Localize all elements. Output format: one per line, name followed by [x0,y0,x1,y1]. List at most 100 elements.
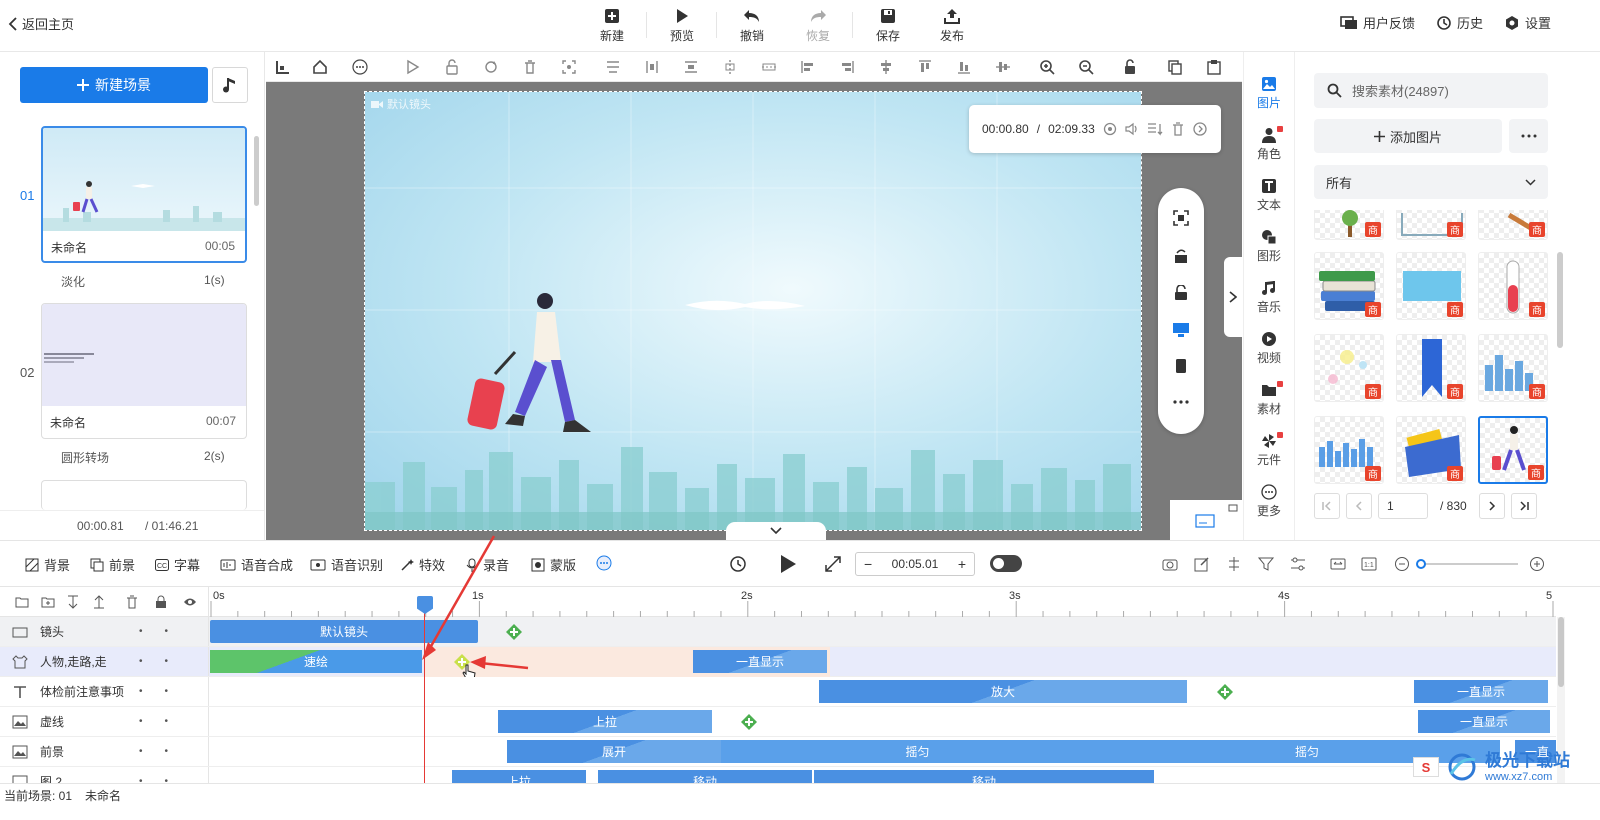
ratio-icon[interactable]: 1:1 [1361,556,1377,572]
zoom-slider[interactable] [1416,559,1518,569]
tab-shape[interactable]: 图形 [1244,229,1294,264]
new-scene-button[interactable]: 新建场景 [20,67,208,103]
subtitle-button[interactable]: CC 字幕 [155,555,200,574]
tab-music[interactable]: 音乐 [1244,280,1294,315]
more-options-button[interactable] [1509,119,1548,153]
timeline-clip[interactable]: 默认镜头 [210,620,478,643]
tab-video[interactable]: 视频 [1244,331,1294,366]
back-home-button[interactable]: 返回主页 [8,14,74,33]
settings-button[interactable]: 设置 [1504,13,1551,32]
align-vcenter-icon[interactable] [644,59,660,75]
asset-thumb[interactable]: 商 [1478,210,1548,240]
distribute-h-icon[interactable] [722,59,738,75]
timeline-clip[interactable]: 放大 [819,680,1187,703]
music-button[interactable] [212,67,248,103]
scene-list-scrollbar[interactable] [254,136,259,206]
distribute-v-icon[interactable] [761,59,777,75]
home-icon[interactable] [312,59,328,75]
undo-button[interactable]: 撤销 [722,4,782,48]
add-image-button[interactable]: 添加图片 [1314,119,1502,153]
filter-icon[interactable] [1258,556,1274,572]
background-button[interactable]: 背景 [25,555,70,574]
tracks-scrollbar-thumb[interactable] [1558,617,1564,687]
new-folder-icon[interactable] [41,596,55,608]
trash-icon[interactable] [1171,122,1185,136]
rotate-screen-icon[interactable] [1173,248,1189,264]
asset-thumb[interactable]: 商 [1314,416,1384,484]
split-icon[interactable] [1226,556,1242,572]
align-top-icon[interactable] [605,59,621,75]
timeline-clip[interactable]: 速绘 [210,650,422,673]
eye-icon[interactable] [183,597,197,607]
asset-scrollbar[interactable] [1557,252,1563,348]
prev-page-button[interactable] [1346,493,1372,519]
tab-more[interactable]: 更多 [1244,484,1294,519]
collapse-right-tab[interactable] [1224,257,1242,337]
asset-thumb[interactable]: 商 [1478,334,1548,402]
toggle-switch[interactable] [990,555,1022,572]
align-left-icon[interactable] [800,59,816,75]
page-input[interactable]: 1 [1378,493,1428,519]
collapse-timeline-tab[interactable] [726,522,826,540]
track-row[interactable]: 虚线 •• 上拉 一直显示 [0,707,1556,737]
feedback-button[interactable]: 用户反馈 [1340,13,1415,32]
mask-button[interactable]: 蒙版 [531,555,576,574]
next-circle-icon[interactable] [1193,122,1207,136]
more-dots-icon[interactable] [1173,400,1189,404]
edit-icon[interactable] [1194,556,1210,572]
redo-button[interactable]: 恢复 [788,4,848,48]
fit-width-icon[interactable] [1330,556,1346,572]
track-row[interactable]: 图 2 •• 上拉 移动 移动 [0,767,1556,783]
timecode-value[interactable]: 00:05.01 [892,557,939,571]
align-bottom-edge-icon[interactable] [956,59,972,75]
asset-thumb[interactable]: 商 [1314,252,1384,320]
move-up-icon[interactable] [93,595,105,609]
timeline-clip[interactable]: 展开 [507,740,721,763]
first-page-button[interactable] [1314,493,1340,519]
align-hcenter-icon[interactable] [878,59,894,75]
scene-canvas[interactable]: 默认镜头 [364,91,1142,531]
align-top-edge-icon[interactable] [917,59,933,75]
increment-icon[interactable]: + [958,556,966,572]
track-options[interactable]: •• [139,716,190,727]
last-page-button[interactable] [1510,493,1537,519]
unlock-icon[interactable] [444,59,460,75]
publish-button[interactable]: 发布 [922,4,982,48]
transition-name[interactable]: 淡化 [61,273,85,290]
add-folder-icon[interactable] [15,596,29,608]
asset-thumb[interactable]: 商 [1396,416,1466,484]
rotate-icon[interactable] [483,59,499,75]
camera-icon[interactable] [1162,556,1178,572]
decrement-icon[interactable]: − [864,556,872,572]
zoom-in-icon[interactable] [1039,59,1055,75]
minimap-box[interactable] [1170,500,1242,540]
trash-icon[interactable] [522,59,538,75]
effect-button[interactable]: 特效 [400,555,445,574]
scene-card-02[interactable]: 未命名 00:07 [41,303,247,439]
focus-icon[interactable] [561,59,577,75]
tab-image[interactable]: 图片 [1244,76,1294,111]
asset-thumb-selected[interactable]: 商 [1478,416,1548,484]
asset-thumb[interactable]: 商 [1314,334,1384,402]
align-middle-icon[interactable] [683,59,699,75]
asset-thumb[interactable]: 商 [1396,334,1466,402]
timeline-clip[interactable]: 上拉 [498,710,712,733]
zoom-out-icon[interactable] [1394,556,1410,572]
more-circle-icon[interactable] [352,59,368,75]
timeline-clip[interactable]: 一直显示 [693,650,827,673]
add-keyframe-icon[interactable] [1217,684,1233,700]
replay-icon[interactable] [729,555,747,573]
next-page-button[interactable] [1478,493,1505,519]
zoom-slider-knob[interactable] [1416,559,1426,569]
timeline-clip[interactable]: 摇匀 [721,740,1114,763]
move-down-icon[interactable] [67,595,79,609]
add-keyframe-icon[interactable] [506,624,522,640]
asset-thumb[interactable]: 商 [1396,252,1466,320]
history-button[interactable]: 历史 [1436,13,1483,32]
scene-card-01[interactable]: 未命名 00:05 [41,126,247,263]
sort-icon[interactable] [1147,122,1163,136]
track-options[interactable]: •• [139,776,190,783]
tts-button[interactable]: 语音合成 [220,555,293,574]
track-options[interactable]: •• [139,656,190,667]
track-row[interactable]: 镜头 •• 默认镜头 [0,617,1556,647]
